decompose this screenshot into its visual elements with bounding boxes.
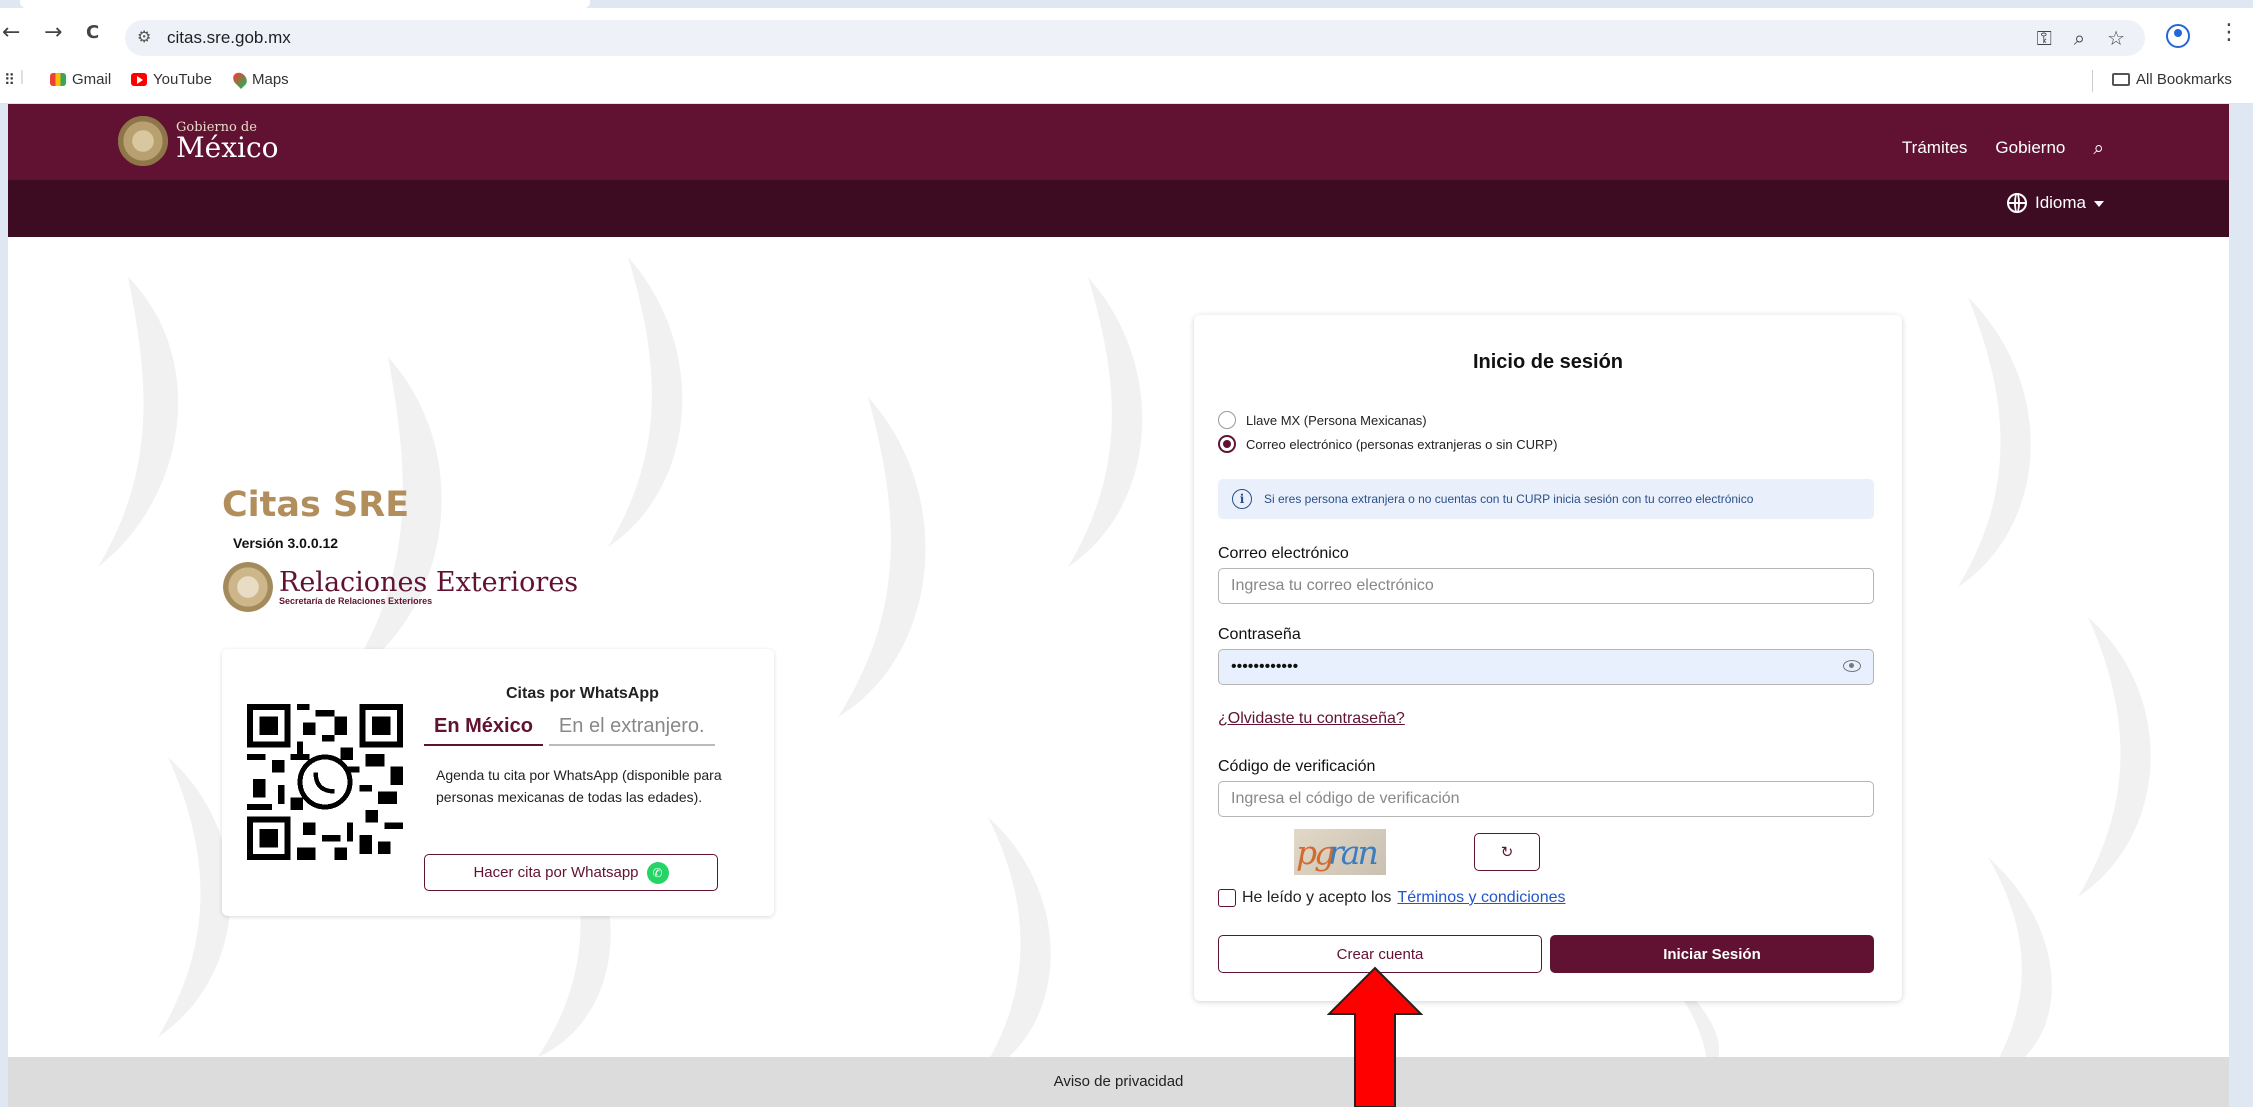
info-icon: i [1232,489,1252,509]
terms-checkbox[interactable] [1218,889,1236,907]
browser-tabstrip [0,0,2253,8]
bookmarks-divider [2092,70,2093,92]
sre-logo: Relaciones Exteriores Secretaría de Rela… [223,562,578,612]
email-field[interactable]: Ingresa tu correo electrónico [1218,568,1874,604]
bookmark-gmail[interactable]: Gmail [50,71,111,88]
radio-button-selected[interactable] [1218,435,1236,453]
language-selector[interactable]: Idioma [2006,193,2104,213]
language-label: Idioma [2034,193,2086,212]
maps-icon [230,69,250,90]
site-info-icon[interactable]: ⚙ [137,27,151,46]
header-nav: Trámites Gobierno ⌕ [1902,137,2104,159]
verification-code-field[interactable]: Ingresa el código de verificación [1218,781,1874,817]
eye-icon[interactable] [1843,660,1861,672]
logo-big-text: México [176,130,279,164]
refresh-icon: ↻ [1500,843,1514,861]
bookmark-maps[interactable]: Maps [230,69,289,90]
address-bar[interactable]: ⚙ citas.sre.gob.mx ⚿ ⌕ ☆ [125,20,2145,56]
whatsapp-title: Citas por WhatsApp [506,685,659,702]
radio-label: Llave MX (Persona Mexicanas) [1246,412,1427,428]
browser-toolbar: ← → C ⚙ citas.sre.gob.mx ⚿ ⌕ ☆ ⋮ [0,8,2253,58]
annotation-arrow-icon [1327,966,1423,1107]
forward-icon[interactable]: → [44,20,62,45]
window-edge-left [0,104,8,1107]
refresh-captcha-button[interactable]: ↻ [1474,833,1540,871]
menu-kebab-icon[interactable]: ⋮ [2218,20,2240,45]
mexico-seal-icon [118,116,168,166]
youtube-icon [131,73,147,86]
globe-icon [2006,193,2027,213]
web-page: Gobierno de México Trámites Gobierno ⌕ I… [8,104,2229,1107]
radio-label: Correo electrónico (personas extranjeras… [1246,436,1558,452]
sign-in-label: Iniciar Sesión [1663,945,1761,963]
tab-en-mexico[interactable]: En México [424,715,543,746]
login-card: Inicio de sesión Llave MX (Persona Mexic… [1194,315,1902,1001]
terms-row: He leído y acepto los Términos y condici… [1218,889,1566,907]
whatsapp-appointment-button[interactable]: Hacer cita por Whatsapp ✆ [424,854,718,891]
bookmark-separator: | [20,68,24,85]
sre-seal-icon [223,562,273,612]
whatsapp-description: Agenda tu cita por WhatsApp (disponible … [436,767,722,805]
folder-icon [2112,73,2130,86]
star-icon[interactable]: ☆ [2107,26,2125,50]
active-tab[interactable] [20,0,590,8]
apps-icon[interactable]: ⠿ [4,71,15,89]
gob-header: Gobierno de México Trámites Gobierno ⌕ [8,104,2229,180]
search-icon[interactable]: ⌕ [2093,137,2104,159]
radio-correo[interactable]: Correo electrónico (personas extranjeras… [1218,435,1557,453]
sign-in-button[interactable]: Iniciar Sesión [1550,935,1874,973]
password-field[interactable]: •••••••••••• [1218,649,1874,685]
key-icon[interactable]: ⚿ [2037,26,2052,50]
sre-logo-title: Relaciones Exteriores [279,566,579,598]
window-edge-right [2229,104,2253,1107]
all-bookmarks[interactable]: All Bookmarks [2112,71,2232,88]
info-alert: i Si eres persona extranjera o no cuenta… [1218,479,1874,519]
create-account-label: Crear cuenta [1336,945,1424,963]
captcha-text-b: ran [1328,833,1379,872]
login-title: Inicio de sesión [1472,351,1624,373]
gob-subheader: Idioma [8,180,2229,237]
url-text[interactable]: citas.sre.gob.mx [167,28,291,48]
footer: Aviso de privacidad [8,1057,2229,1107]
zoom-icon[interactable]: ⌕ [2074,26,2085,50]
gmail-icon [50,73,66,86]
password-label: Contraseña [1218,626,1301,643]
reload-icon[interactable]: C [86,22,99,43]
nav-gobierno[interactable]: Gobierno [1995,138,2065,158]
privacy-notice-link[interactable]: Aviso de privacidad [8,1073,2229,1090]
bookmark-youtube[interactable]: YouTube [131,71,212,88]
whatsapp-card: Citas por WhatsApp En México En el extra… [222,649,774,916]
email-label: Correo electrónico [1218,545,1349,562]
profile-icon[interactable] [2166,24,2190,48]
caret-down-icon [2094,201,2104,207]
gobierno-logo[interactable]: Gobierno de México [118,116,279,166]
whatsapp-button-label: Hacer cita por Whatsapp [473,864,639,881]
radio-llave-mx[interactable]: Llave MX (Persona Mexicanas) [1218,411,1427,429]
back-icon[interactable]: ← [2,20,20,45]
terms-prefix: He leído y acepto los [1242,889,1392,906]
captcha-text-a: pg [1296,833,1335,872]
forgot-password-link[interactable]: ¿Olvidaste tu contraseña? [1218,710,1405,728]
info-text: Si eres persona extranjera o no cuentas … [1264,492,1754,506]
terms-link[interactable]: Términos y condiciones [1397,889,1565,907]
radio-button[interactable] [1218,411,1236,429]
password-value: •••••••••••• [1231,658,1299,675]
tab-en-el-extranjero[interactable]: En el extranjero. [548,715,715,746]
whatsapp-tabs: En México En el extranjero. [424,715,715,746]
whatsapp-qr-code [247,704,403,860]
citas-sre-title: Citas SRE [222,485,410,525]
code-label: Código de verificación [1218,758,1376,775]
bookmarks-bar: ⠿ | Gmail YouTube Maps All Bookmarks [0,58,2253,104]
whatsapp-icon: ✆ [646,861,669,884]
nav-tramites[interactable]: Trámites [1902,138,1968,158]
version-label: Versión 3.0.0.12 [233,535,339,551]
captcha-image: pg ran [1294,829,1386,875]
